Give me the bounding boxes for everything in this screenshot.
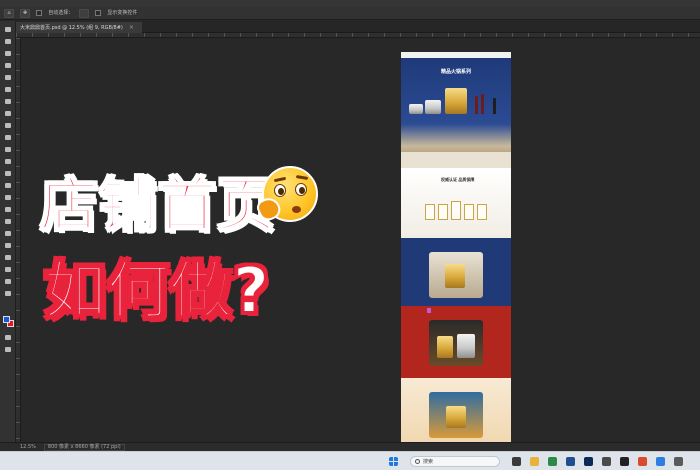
document-tab-title: 大米鼎鼎首页.psd @ 12.5% (组 9, RGB/8#) bbox=[20, 25, 123, 31]
file-explorer-icon[interactable] bbox=[530, 457, 539, 466]
options-bar: ⌂ ✥ 自动选择： 显示变换控件 bbox=[0, 7, 700, 20]
product-section-cream bbox=[401, 378, 511, 448]
quick-mask-icon[interactable] bbox=[3, 333, 13, 341]
product-section-red bbox=[401, 306, 511, 378]
type-tool-icon[interactable] bbox=[3, 229, 13, 237]
gold-hotpot-image bbox=[445, 264, 465, 288]
document-tab-bar: 大米鼎鼎首页.psd @ 12.5% (组 9, RGB/8#) × bbox=[16, 21, 700, 33]
thinking-face-emoji-icon bbox=[254, 166, 318, 224]
marquee-tool-icon[interactable] bbox=[3, 49, 13, 57]
browser-icon[interactable] bbox=[548, 457, 557, 466]
move-tool-icon[interactable] bbox=[3, 25, 13, 33]
close-icon[interactable]: × bbox=[129, 24, 134, 31]
shape-tool-icon[interactable] bbox=[3, 253, 13, 261]
overlay-title-line-2: 如何做? bbox=[43, 253, 270, 328]
tools-panel bbox=[0, 21, 16, 442]
start-button-icon[interactable] bbox=[389, 457, 398, 466]
certification-section: 权威认证 品质保障 bbox=[401, 168, 511, 238]
table-surface bbox=[401, 152, 511, 168]
artboard-tool-icon[interactable] bbox=[3, 37, 13, 45]
blur-tool-icon[interactable] bbox=[3, 193, 13, 201]
show-transform-label: 显示变换控件 bbox=[107, 9, 138, 16]
app-icon[interactable] bbox=[602, 457, 611, 466]
pen-tool-icon[interactable] bbox=[3, 217, 13, 225]
eraser-tool-icon[interactable] bbox=[3, 169, 13, 177]
screen-mode-icon[interactable] bbox=[3, 345, 13, 353]
history-brush-tool-icon[interactable] bbox=[3, 157, 13, 165]
eye bbox=[274, 184, 286, 197]
zoom-tool-icon[interactable] bbox=[3, 277, 13, 285]
gold-hotpot-image bbox=[446, 406, 466, 428]
auto-select-label: 自动选择： bbox=[48, 9, 74, 16]
overlay-title-line-1: 店铺首页 bbox=[39, 170, 277, 240]
eyebrow bbox=[295, 174, 309, 181]
menu-bar bbox=[0, 0, 700, 7]
photoshop-icon[interactable] bbox=[584, 457, 593, 466]
app-icon[interactable] bbox=[656, 457, 665, 466]
frame-tool-icon[interactable] bbox=[3, 97, 13, 105]
home-icon[interactable]: ⌂ bbox=[4, 8, 14, 18]
move-tool-preset-icon[interactable]: ✥ bbox=[20, 8, 31, 18]
dodge-tool-icon[interactable] bbox=[3, 205, 13, 213]
app-icon[interactable] bbox=[638, 457, 647, 466]
show-transform-checkbox[interactable] bbox=[95, 10, 102, 16]
task-view-icon[interactable] bbox=[512, 457, 521, 466]
mouth bbox=[292, 206, 301, 213]
foreground-color-swatch[interactable] bbox=[3, 316, 10, 323]
path-selection-tool-icon[interactable] bbox=[3, 241, 13, 249]
magic-wand-tool-icon[interactable] bbox=[3, 73, 13, 81]
eyebrow bbox=[273, 176, 287, 183]
artboard-preview[interactable]: 精品火锅系列 权威认证 品质保障 bbox=[401, 52, 511, 450]
auto-select-checkbox[interactable] bbox=[36, 10, 43, 16]
gold-hotpot-image bbox=[445, 88, 467, 114]
certificate-image bbox=[464, 204, 474, 220]
app-icon[interactable] bbox=[620, 457, 629, 466]
crop-tool-icon[interactable] bbox=[3, 85, 13, 93]
layer-select-dropdown[interactable] bbox=[79, 8, 90, 18]
taskbar-search[interactable]: 搜索 bbox=[410, 456, 500, 467]
brush-tool-icon[interactable] bbox=[3, 133, 13, 141]
search-placeholder: 搜索 bbox=[423, 459, 434, 465]
wine-bottle-image bbox=[481, 94, 484, 114]
silver-pot-image bbox=[409, 104, 423, 114]
certificate-image bbox=[425, 204, 435, 220]
document-info[interactable]: 800 像素 x 8660 像素 (72 ppi) bbox=[43, 443, 125, 451]
silver-pot-image bbox=[425, 100, 441, 114]
clone-stamp-tool-icon[interactable] bbox=[3, 145, 13, 153]
gold-hotpot-image bbox=[437, 336, 453, 358]
selection-tag[interactable] bbox=[427, 308, 431, 313]
hero-section: 精品火锅系列 bbox=[401, 58, 511, 168]
wine-bottle-image bbox=[475, 96, 478, 114]
product-section-blue bbox=[401, 238, 511, 306]
silver-pot-image bbox=[457, 334, 475, 358]
product-frame bbox=[429, 392, 483, 438]
certificate-image bbox=[451, 201, 461, 220]
product-frame bbox=[429, 252, 483, 298]
hand-tool-icon[interactable] bbox=[3, 265, 13, 273]
hero-title: 精品火锅系列 bbox=[441, 69, 472, 75]
healing-brush-tool-icon[interactable] bbox=[3, 121, 13, 129]
certificate-image bbox=[438, 204, 448, 220]
taskbar: 搜索 bbox=[0, 451, 700, 470]
document-tab[interactable]: 大米鼎鼎首页.psd @ 12.5% (组 9, RGB/8#) × bbox=[16, 22, 142, 33]
app-icon[interactable] bbox=[566, 457, 575, 466]
certificate-image bbox=[477, 204, 487, 220]
lasso-tool-icon[interactable] bbox=[3, 61, 13, 69]
wine-bottle-image bbox=[493, 98, 496, 114]
product-frame bbox=[429, 320, 483, 366]
certification-title: 权威认证 品质保障 bbox=[441, 177, 475, 182]
eye bbox=[295, 183, 307, 196]
gradient-tool-icon[interactable] bbox=[3, 181, 13, 189]
status-bar: 12.5% 800 像素 x 8660 像素 (72 ppi) bbox=[0, 442, 700, 451]
search-icon bbox=[415, 459, 420, 464]
zoom-level[interactable]: 12.5% bbox=[20, 444, 36, 450]
app-icon[interactable] bbox=[674, 457, 683, 466]
eyedropper-tool-icon[interactable] bbox=[3, 109, 13, 117]
more-tools-icon[interactable] bbox=[3, 289, 13, 297]
